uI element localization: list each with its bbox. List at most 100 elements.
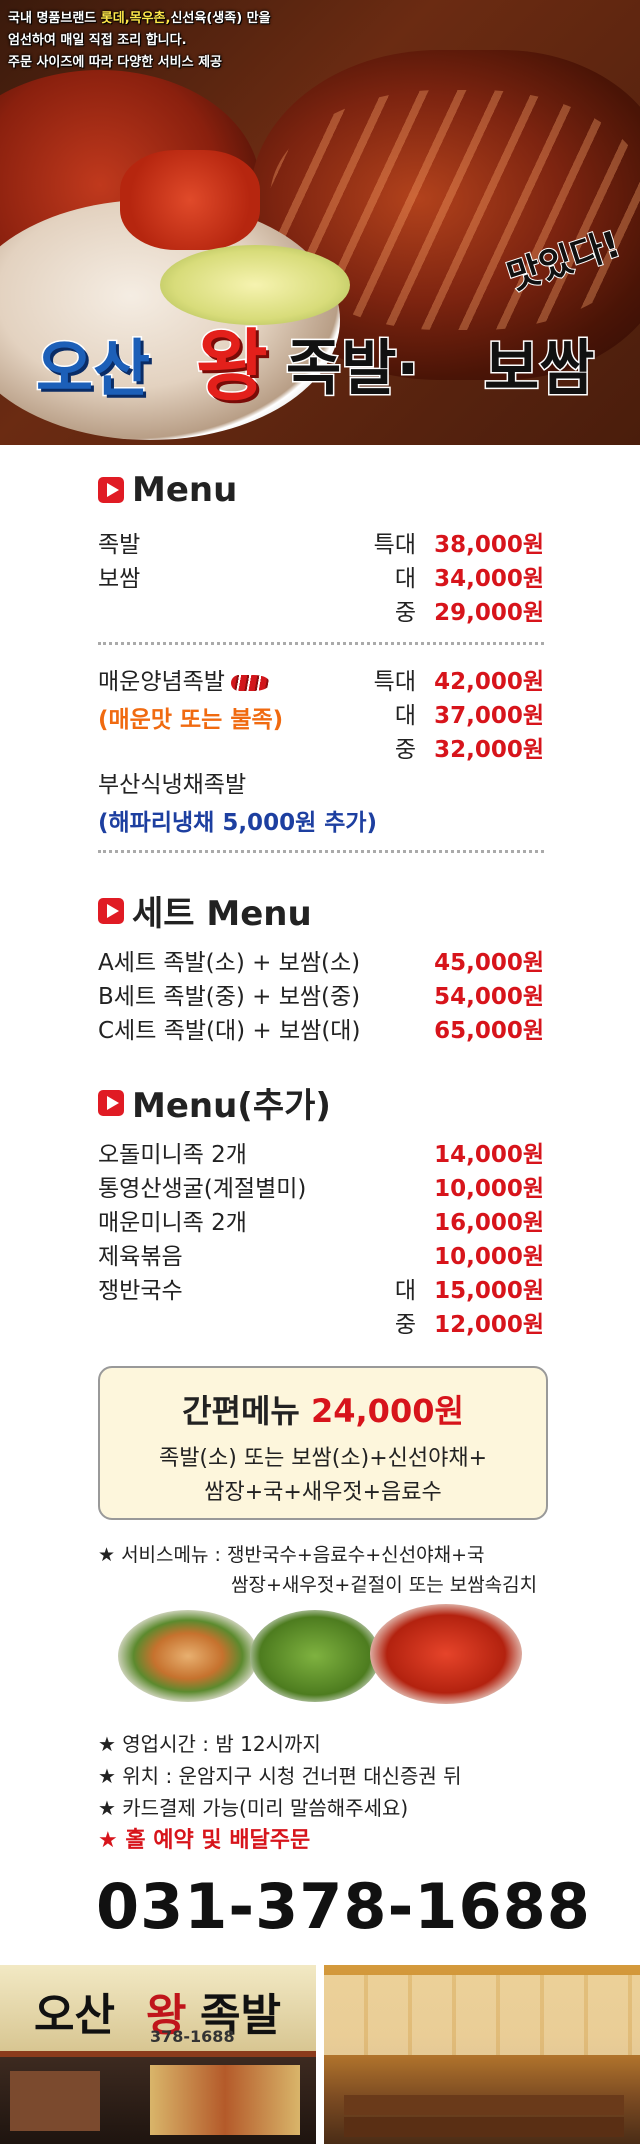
menu-row: 중 32,000원 xyxy=(98,730,544,764)
item-price: 16,000원 xyxy=(434,1210,544,1236)
section-label: 세트 Menu xyxy=(132,894,312,934)
interior-photo xyxy=(324,1965,640,2144)
item-name: 보쌈 xyxy=(98,566,141,592)
item-price: 15,000원 xyxy=(434,1278,544,1304)
play-icon xyxy=(98,477,124,503)
extra-row: 매운미니족 2개 16,000원 xyxy=(98,1203,544,1237)
item-name: 매운미니족 2개 xyxy=(98,1210,247,1236)
item-price: 10,000원 xyxy=(434,1244,544,1270)
extra-row: 제육볶음 10,000원 xyxy=(98,1237,544,1271)
simple-menu-title: 간편메뉴 xyxy=(182,1392,300,1430)
item-name-text: 매운양념족발 xyxy=(98,669,225,695)
card-text: ★ 카드결제 가능(미리 말씀해주세요) xyxy=(98,1796,409,1820)
item-name: 통영산생굴(계절별미) xyxy=(98,1176,307,1202)
item-name: 매운양념족발 xyxy=(98,662,356,696)
item-name: 제육볶음 xyxy=(98,1244,183,1270)
service-line: ★ 서비스메뉴 : 쟁반국수+음료수+신선야채+국 xyxy=(98,1544,485,1566)
intro-text: 신선육(생족) 만을 xyxy=(170,11,271,26)
item-size: 대 xyxy=(394,1278,416,1304)
logo-word: 오산 xyxy=(34,331,151,407)
item-price: 12,000원 xyxy=(434,1312,544,1338)
menu-row: 보쌈 대 34,000원 xyxy=(98,559,544,593)
sign-text: 오산 xyxy=(34,1990,115,2041)
item-size: 중 xyxy=(394,600,416,626)
item-price: 14,000원 xyxy=(434,1142,544,1168)
set-row: B세트 족발(중) + 보쌈(중) 54,000원 xyxy=(98,977,544,1011)
item-price: 32,000원 xyxy=(434,737,544,763)
item-size: 대 xyxy=(394,703,416,729)
simple-menu-price: 24,000원 xyxy=(310,1392,464,1430)
menu-row: 매운양념족발 특대 42,000원 xyxy=(98,662,544,696)
service-line: 쌈장+새우젓+겉절이 또는 보쌈속김치 xyxy=(231,1574,538,1596)
busan-note: (해파리냉채 5,000원 추가) xyxy=(98,810,378,836)
simple-menu-desc: 족발(소) 또는 보쌈(소)+신선야채+ 쌈장+국+새우젓+음료수 xyxy=(100,1442,546,1510)
item-price: 29,000원 xyxy=(434,600,544,626)
simple-menu-box: 간편메뉴 24,000원 족발(소) 또는 보쌈(소)+신선야채+ 쌈장+국+새… xyxy=(98,1366,548,1520)
reservation-text: ★ 홀 예약 및 배달주문 xyxy=(98,1828,311,1853)
store-sign: 오산 왕 족발 378-1688 xyxy=(0,1965,316,2057)
item-size: 특대 xyxy=(373,669,416,695)
item-price: 65,000원 xyxy=(434,1018,544,1044)
logo-word: 왕 xyxy=(195,321,270,414)
menu-row: 대 37,000원 xyxy=(98,696,544,730)
menu-row: 중 29,000원 xyxy=(98,593,544,627)
item-name: 족발 xyxy=(98,532,141,558)
phone-number[interactable]: 031-378-1688 xyxy=(96,1870,591,1943)
food-photo-kimchi xyxy=(120,150,260,250)
food-photo-greens xyxy=(250,1610,380,1702)
item-name: 쟁반국수 xyxy=(98,1278,183,1304)
item-price: 42,000원 xyxy=(434,669,544,695)
menu-row: 족발 특대 38,000원 xyxy=(98,525,544,559)
play-icon xyxy=(98,897,124,924)
logo-word: 족발· xyxy=(284,333,420,406)
divider xyxy=(98,850,544,853)
intro-text: 국내 명품브랜드 xyxy=(8,11,101,26)
set-row: C세트 족발(대) + 보쌈(대) 65,000원 xyxy=(98,1011,544,1045)
storefront-photo: 오산 왕 족발 378-1688 xyxy=(0,1965,316,2144)
item-name: A세트 족발(소) + 보쌈(소) xyxy=(98,950,361,976)
menu-row: 부산식냉채족발 xyxy=(98,765,544,799)
logo-word: 보쌈 xyxy=(482,333,595,406)
item-price: 34,000원 xyxy=(434,566,544,592)
item-size: 중 xyxy=(394,737,416,763)
extra-menu-section-title: Menu(추가) xyxy=(98,1078,331,1127)
divider xyxy=(98,642,544,645)
simple-menu-heading: 간편메뉴 24,000원 xyxy=(100,1386,546,1432)
food-photo-kimchi xyxy=(370,1604,522,1704)
hero-banner: 국내 명품브랜드 롯데,목우촌,신선육(생족) 만을 엄선하여 매일 직접 조리… xyxy=(0,0,640,445)
location-text: ★ 위치 : 운암지구 시청 건너편 대신증권 뒤 xyxy=(98,1764,462,1788)
item-size: 중 xyxy=(394,1312,416,1338)
desc-line: 족발(소) 또는 보쌈(소)+신선야채+ xyxy=(158,1446,488,1471)
extra-row: 통영산생굴(계절별미) 10,000원 xyxy=(98,1169,544,1203)
brand-logo: 오산 왕 족발· 보쌈 xyxy=(34,300,636,420)
set-row: A세트 족발(소) + 보쌈(소) 45,000원 xyxy=(98,943,544,977)
item-name: C세트 족발(대) + 보쌈(대) xyxy=(98,1018,361,1044)
hero-intro: 국내 명품브랜드 롯데,목우촌,신선육(생족) 만을 엄선하여 매일 직접 조리… xyxy=(8,8,271,74)
item-price: 10,000원 xyxy=(434,1176,544,1202)
menu-section-title: Menu xyxy=(98,470,237,510)
item-price: 45,000원 xyxy=(434,950,544,976)
play-icon xyxy=(98,1089,124,1116)
extra-row: 오돌미니족 2개 14,000원 xyxy=(98,1135,544,1169)
item-price: 54,000원 xyxy=(434,984,544,1010)
item-size: 대 xyxy=(394,566,416,592)
hours-text: ★ 영업시간 : 밤 12시까지 xyxy=(98,1732,321,1756)
intro-text: 엄선하여 매일 직접 조리 합니다. xyxy=(8,33,187,48)
section-label: Menu xyxy=(132,470,238,510)
service-menu: ★ 서비스메뉴 : 쟁반국수+음료수+신선야채+국 쌈장+새우젓+겉절이 또는 … xyxy=(98,1540,537,1600)
set-menu-section-title: 세트 Menu xyxy=(98,886,312,935)
section-label: Menu(추가) xyxy=(132,1086,331,1126)
intro-brands: 롯데,목우촌, xyxy=(100,11,171,26)
extra-row: 쟁반국수 대 15,000원 xyxy=(98,1271,544,1305)
extra-row: 중 12,000원 xyxy=(98,1305,544,1339)
chili-icon xyxy=(230,674,269,691)
store-entrance xyxy=(0,2057,316,2144)
item-name: 부산식냉채족발 xyxy=(98,772,247,798)
sign-phone: 378-1688 xyxy=(150,2027,235,2046)
item-name: B세트 족발(중) + 보쌈(중) xyxy=(98,984,361,1010)
item-size: 특대 xyxy=(373,532,416,558)
item-price: 38,000원 xyxy=(434,532,544,558)
desc-line: 쌈장+국+새우젓+음료수 xyxy=(204,1480,442,1505)
intro-text: 주문 사이즈에 따라 다양한 서비스 제공 xyxy=(8,55,222,70)
item-price: 37,000원 xyxy=(434,703,544,729)
